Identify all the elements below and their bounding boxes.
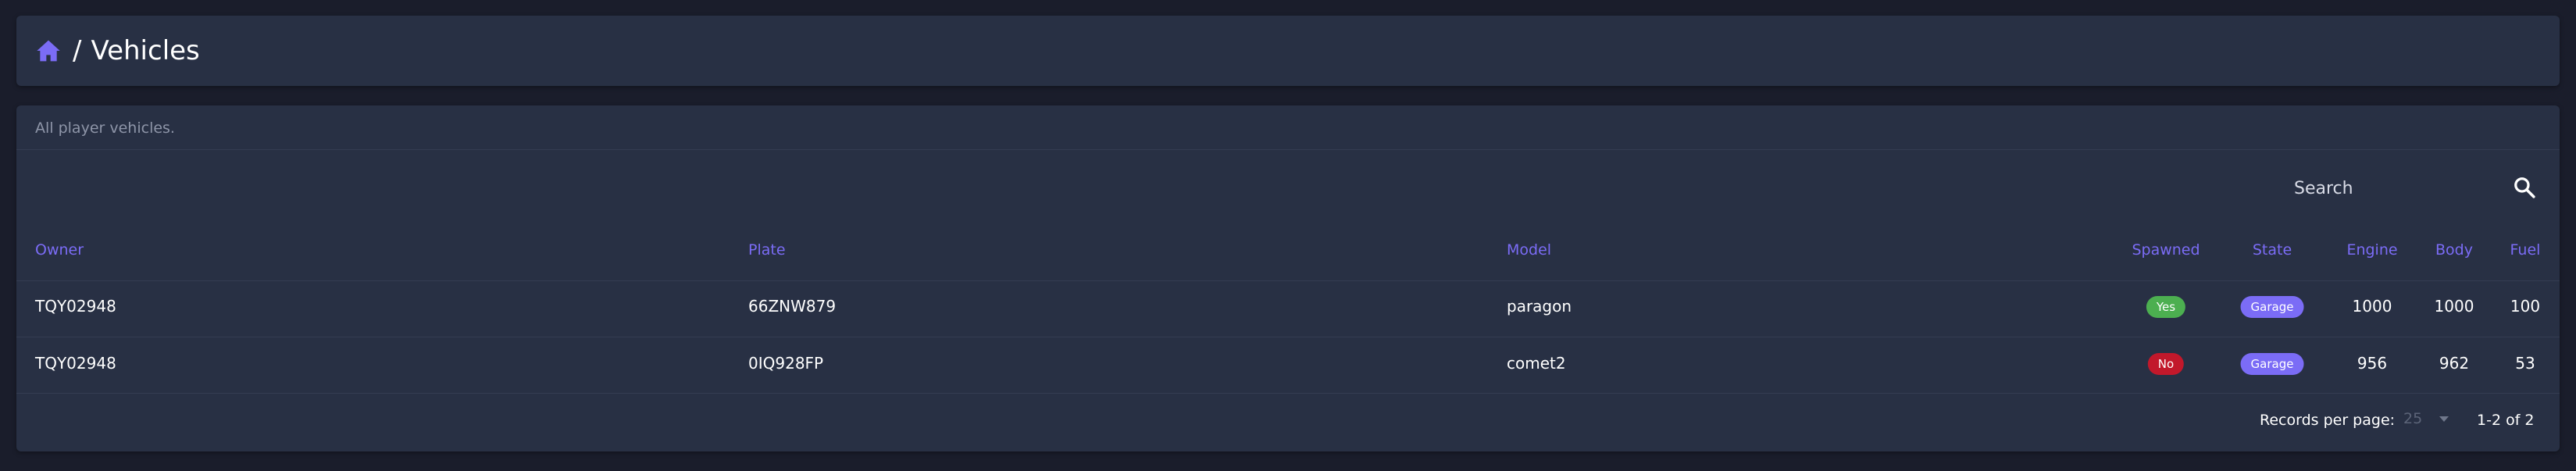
spawned-badge: No xyxy=(2147,353,2185,375)
breadcrumb-card: / Vehicles xyxy=(16,16,2560,86)
column-header-spawned[interactable]: Spawned xyxy=(2132,241,2200,259)
column-header-engine[interactable]: Engine xyxy=(2346,241,2397,259)
records-per-page-label: Records per page: xyxy=(2260,412,2396,429)
card-subtitle: All player vehicles. xyxy=(35,120,175,137)
page-title: Vehicles xyxy=(91,35,200,66)
cell-plate: 0IQ928FP xyxy=(748,354,824,373)
cell-owner: TQY02948 xyxy=(35,354,116,373)
records-per-page-value: 25 xyxy=(2403,410,2423,427)
cell-model: comet2 xyxy=(1507,354,1566,373)
breadcrumb-separator: / xyxy=(73,35,82,66)
chevron-down-icon xyxy=(2439,416,2449,422)
cell-model: paragon xyxy=(1507,297,1572,316)
cell-plate: 66ZNW879 xyxy=(748,297,837,316)
cell-fuel: 100 xyxy=(2510,297,2541,316)
spawned-badge: Yes xyxy=(2146,296,2186,318)
column-header-owner[interactable]: Owner xyxy=(35,241,84,259)
search-bar xyxy=(2294,171,2560,209)
search-input[interactable] xyxy=(2294,171,2489,205)
cell-fuel: 53 xyxy=(2515,354,2535,373)
cell-engine: 1000 xyxy=(2352,297,2392,316)
column-header-plate[interactable]: Plate xyxy=(748,241,786,259)
column-header-fuel[interactable]: Fuel xyxy=(2510,241,2541,259)
column-header-body[interactable]: Body xyxy=(2435,241,2473,259)
pagination-range: 1-2 of 2 xyxy=(2477,412,2535,429)
column-header-model[interactable]: Model xyxy=(1507,241,1551,259)
search-icon[interactable] xyxy=(2511,174,2538,201)
vehicles-card: All player vehicles. Owner Plate Model S… xyxy=(16,105,2560,451)
cell-body: 1000 xyxy=(2434,297,2474,316)
state-badge: Garage xyxy=(2240,353,2304,375)
state-badge: Garage xyxy=(2240,296,2304,318)
cell-engine: 956 xyxy=(2357,354,2388,373)
cell-owner: TQY02948 xyxy=(35,297,116,316)
divider xyxy=(16,280,2560,281)
column-header-state[interactable]: State xyxy=(2253,241,2292,259)
divider xyxy=(16,393,2560,394)
records-per-page-select[interactable]: 25 xyxy=(2403,407,2458,430)
cell-body: 962 xyxy=(2439,354,2470,373)
divider xyxy=(16,149,2560,150)
home-icon[interactable] xyxy=(35,37,62,64)
